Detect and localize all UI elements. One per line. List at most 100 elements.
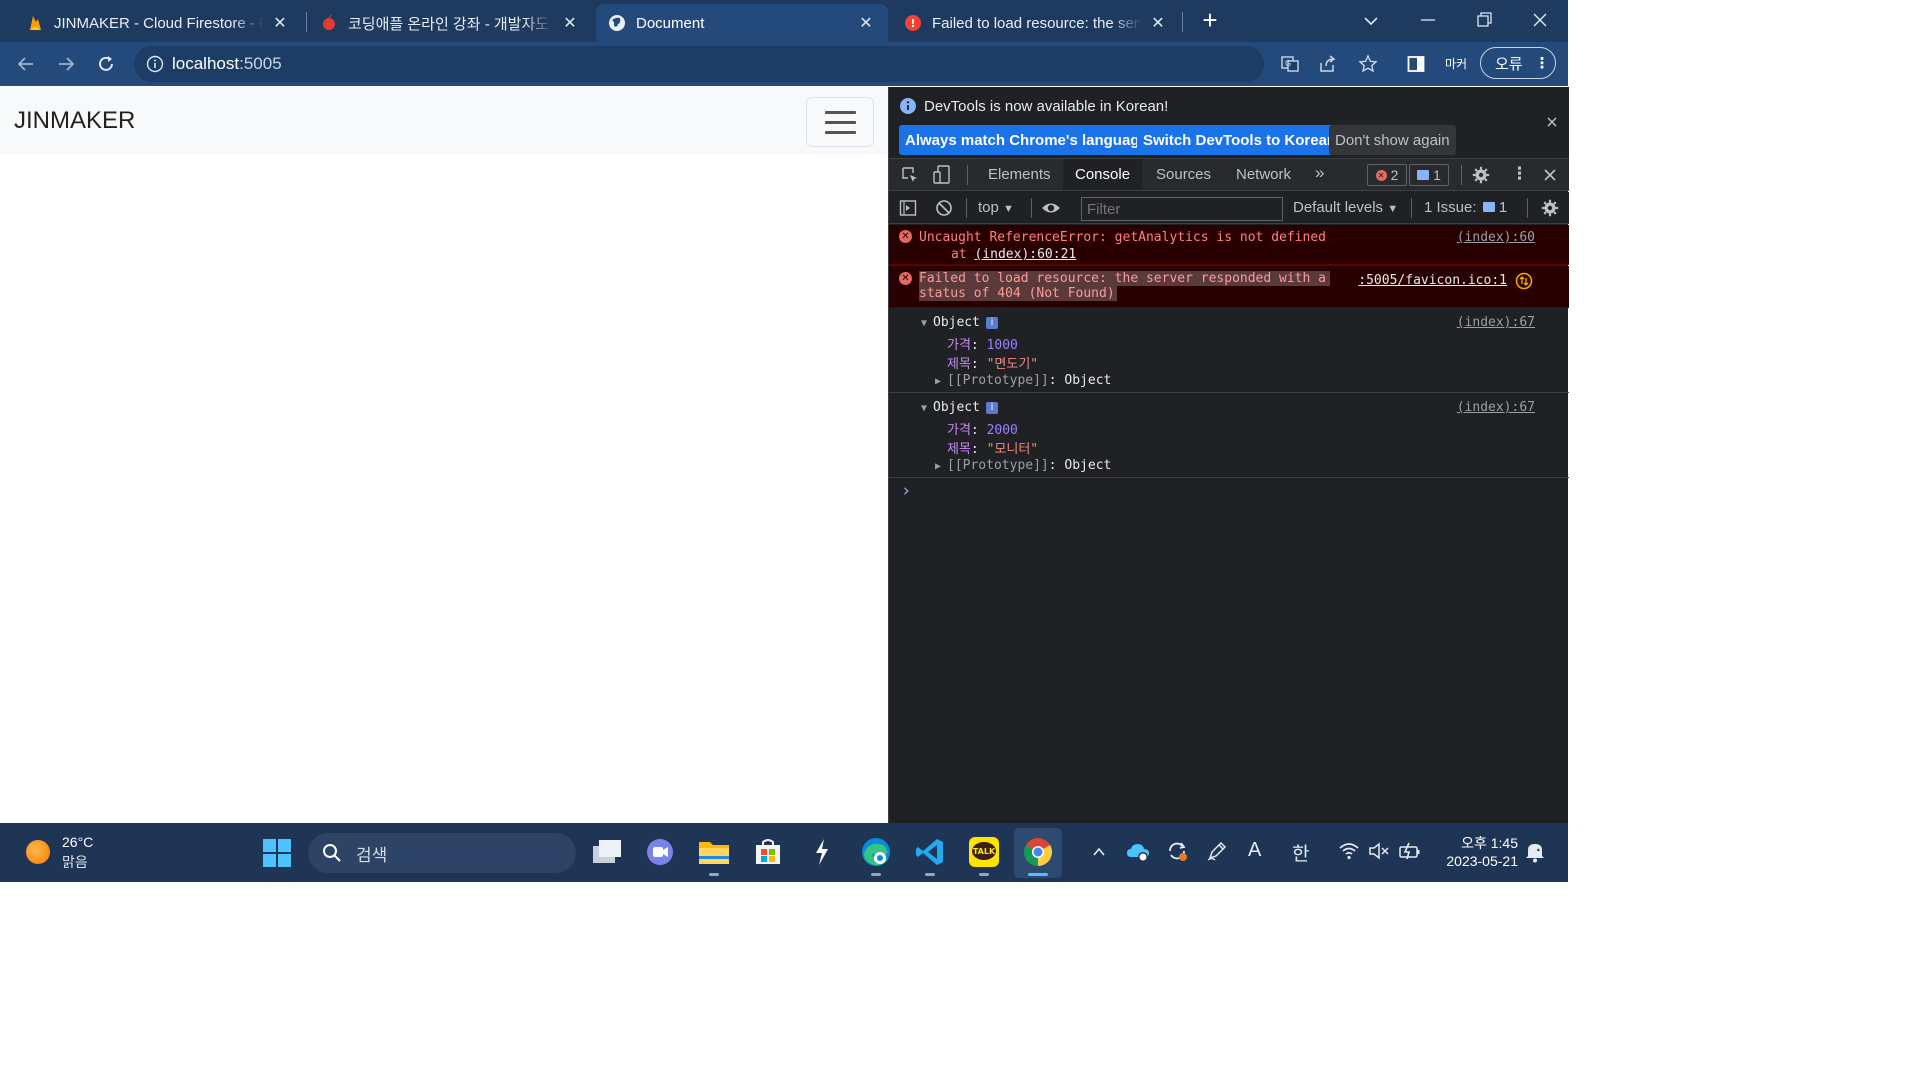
toolbar-divider (1031, 198, 1032, 218)
teams-chat-icon[interactable] (642, 834, 678, 870)
match-language-button[interactable]: Always match Chrome's language (899, 125, 1154, 155)
onedrive-icon[interactable] (1126, 841, 1150, 863)
back-icon[interactable] (12, 50, 40, 78)
console-settings-gear-icon[interactable] (1541, 199, 1559, 217)
clock-time[interactable]: 오후 1:45 (1438, 833, 1518, 853)
clock-date[interactable]: 2023-05-21 (1432, 853, 1518, 869)
tab-codingapple[interactable]: 코딩애플 온라인 강좌 - 개발자도 ✕ (308, 4, 592, 42)
pen-icon[interactable] (1206, 840, 1228, 862)
devtools-panel: DevTools is now available in Korean! Alw… (888, 87, 1569, 823)
battery-charging-icon[interactable] (1398, 841, 1422, 861)
forward-icon[interactable] (52, 50, 80, 78)
taskbar-search[interactable]: 검색 (308, 833, 576, 873)
tab-search-icon[interactable] (1362, 12, 1380, 30)
navbar-brand[interactable]: JINMAKER (14, 107, 135, 135)
ime-mode-indicator[interactable]: A (1248, 839, 1261, 862)
menu-kebab-icon[interactable]: ⋮ (1535, 54, 1550, 72)
vscode-icon[interactable] (912, 834, 948, 870)
side-panel-icon[interactable] (1402, 50, 1430, 78)
wifi-icon[interactable] (1338, 841, 1360, 861)
tab-network[interactable]: Network (1224, 159, 1303, 190)
error-globe-icon: ! (905, 15, 921, 31)
switch-korean-button[interactable]: Switch DevTools to Korean (1137, 125, 1343, 155)
close-tab-icon[interactable]: ✕ (1148, 13, 1168, 33)
navbar-toggler[interactable] (806, 97, 874, 147)
sidebar-toggle-icon[interactable] (899, 199, 917, 217)
device-toolbar-icon[interactable] (933, 165, 951, 185)
devtools-menu-icon[interactable]: ⋮ (1511, 164, 1528, 184)
bookmark-star-icon[interactable] (1358, 54, 1378, 74)
translate-icon[interactable]: G (1280, 54, 1300, 74)
clear-console-icon[interactable] (935, 199, 953, 217)
tab-failed-resource[interactable]: ! Failed to load resource: the serv ✕ (892, 4, 1180, 42)
weather-temp[interactable]: 26°C (62, 834, 93, 850)
close-infobar-icon[interactable] (1545, 115, 1559, 129)
sync-icon[interactable] (1166, 840, 1188, 862)
ime-language-indicator[interactable]: 한 (1292, 839, 1309, 866)
microsoft-store-icon[interactable] (750, 834, 786, 870)
console-filter-input[interactable] (1081, 197, 1283, 221)
notification-bell-icon[interactable] (1524, 840, 1546, 864)
expand-triangle-icon[interactable]: ▼ (921, 403, 933, 414)
kakaotalk-icon[interactable]: TALK (966, 834, 1002, 870)
context-selector[interactable]: top ▼ (978, 199, 1014, 216)
restore-icon[interactable] (1474, 10, 1494, 30)
source-link[interactable]: (index):60 (1457, 230, 1535, 245)
tab-console[interactable]: Console (1063, 159, 1143, 190)
source-link[interactable]: :5005/favicon.ico:1 (1358, 273, 1507, 288)
stack-link[interactable]: (index):60:21 (974, 247, 1076, 262)
address-bar[interactable]: localhost:5005 G (134, 46, 1378, 82)
close-tab-icon[interactable]: ✕ (560, 13, 580, 33)
source-link[interactable]: (index):67 (1457, 315, 1535, 330)
tab-document[interactable]: Document ✕ (596, 4, 888, 42)
live-expression-eye-icon[interactable] (1041, 200, 1061, 216)
message-count-badge[interactable]: 1 (1409, 164, 1449, 186)
error-count-badge[interactable]: ✕ 2 (1367, 164, 1407, 186)
issues-button[interactable]: 1 Issue: 1 (1424, 199, 1507, 216)
expand-triangle-icon[interactable]: ▶ (935, 376, 947, 387)
source-link[interactable]: (index):67 (1457, 400, 1535, 415)
console-prompt[interactable]: › (901, 481, 911, 501)
property-value: "면도기" (986, 357, 1039, 372)
property-value: 1000 (986, 338, 1018, 353)
windows-start-icon[interactable] (262, 838, 292, 868)
site-info-icon[interactable] (146, 55, 164, 73)
console-toolbar: top ▼ Default levels ▼ 1 Issue: 1 (889, 192, 1569, 224)
edge-browser-icon[interactable] (858, 834, 894, 870)
terminal-app-icon[interactable] (804, 834, 840, 870)
error-badge-button[interactable]: 오류 ⋮ (1480, 47, 1556, 79)
log-levels-dropdown[interactable]: Default levels ▼ (1293, 199, 1398, 216)
more-tabs-icon[interactable]: » (1315, 163, 1324, 183)
file-explorer-icon[interactable] (696, 834, 732, 870)
task-view-icon[interactable] (589, 834, 625, 870)
share-icon[interactable] (1318, 54, 1338, 74)
settings-gear-icon[interactable] (1472, 166, 1490, 184)
tab-strip: JINMAKER - Cloud Firestore - Fi ✕ 코딩애플 온… (0, 0, 1568, 42)
expand-triangle-icon[interactable]: ▼ (921, 318, 933, 329)
taskbar: 26°C 맑음 검색 TALK A 한 오후 1:45 2023-05-21 (0, 823, 1568, 882)
reload-icon[interactable] (92, 50, 120, 78)
network-request-icon[interactable] (1515, 272, 1533, 290)
tab-elements[interactable]: Elements (976, 159, 1063, 190)
tab-firestore[interactable]: JINMAKER - Cloud Firestore - Fi ✕ (14, 4, 302, 42)
close-tab-icon[interactable]: ✕ (856, 13, 876, 33)
inspect-element-icon[interactable] (901, 166, 919, 184)
show-hidden-icons-chevron-up[interactable] (1092, 845, 1106, 859)
object-prototype[interactable]: ▶ [[Prototype]]: Object (935, 373, 1111, 388)
object-header[interactable]: ▼ Object i (921, 315, 998, 330)
new-tab-button[interactable]: + (1196, 6, 1224, 36)
weather-desc[interactable]: 맑음 (62, 852, 88, 872)
close-devtools-icon[interactable] (1543, 168, 1557, 182)
chrome-taskbar-button[interactable] (1014, 828, 1062, 878)
close-tab-icon[interactable]: ✕ (270, 13, 290, 33)
object-prototype[interactable]: ▶ [[Prototype]]: Object (935, 458, 1111, 473)
tab-sources[interactable]: Sources (1144, 159, 1223, 190)
close-window-icon[interactable] (1530, 10, 1550, 30)
volume-muted-icon[interactable] (1368, 841, 1390, 861)
object-header[interactable]: ▼ Object i (921, 400, 998, 415)
expand-triangle-icon[interactable]: ▶ (935, 461, 947, 472)
profile-avatar[interactable]: 마커 (1440, 52, 1472, 76)
dont-show-again-button[interactable]: Don't show again (1329, 125, 1456, 155)
minimize-icon[interactable] (1418, 10, 1438, 30)
weather-sun-icon[interactable] (26, 840, 50, 864)
